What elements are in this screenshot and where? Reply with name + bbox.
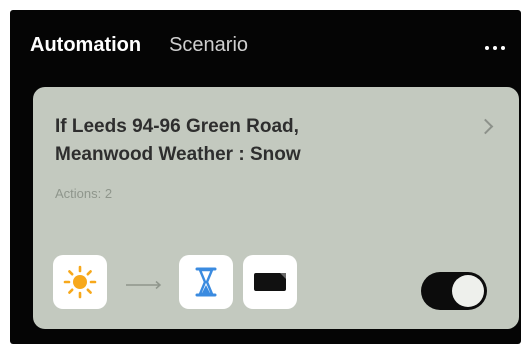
automation-card[interactable]: If Leeds 94-96 Green Road, Meanwood Weat… (33, 87, 519, 329)
tab-automation[interactable]: Automation (30, 34, 141, 57)
automation-title: If Leeds 94-96 Green Road, Meanwood Weat… (55, 116, 301, 165)
tab-bar: Automation Scenario (30, 34, 276, 57)
actions-count: Actions: 2 (55, 186, 113, 201)
automation-toggle[interactable] (421, 272, 487, 310)
tab-scenario[interactable]: Scenario (169, 34, 248, 57)
chevron-right-icon (477, 118, 494, 135)
app-screen: Automation Scenario If Leeds 94-96 Green… (10, 10, 521, 344)
screen-icon (243, 255, 297, 309)
transition-arrow-icon (123, 277, 163, 290)
sun-icon (53, 255, 107, 309)
toggle-knob (452, 275, 484, 307)
more-options-icon[interactable] (485, 46, 505, 50)
hourglass-icon (179, 255, 233, 309)
